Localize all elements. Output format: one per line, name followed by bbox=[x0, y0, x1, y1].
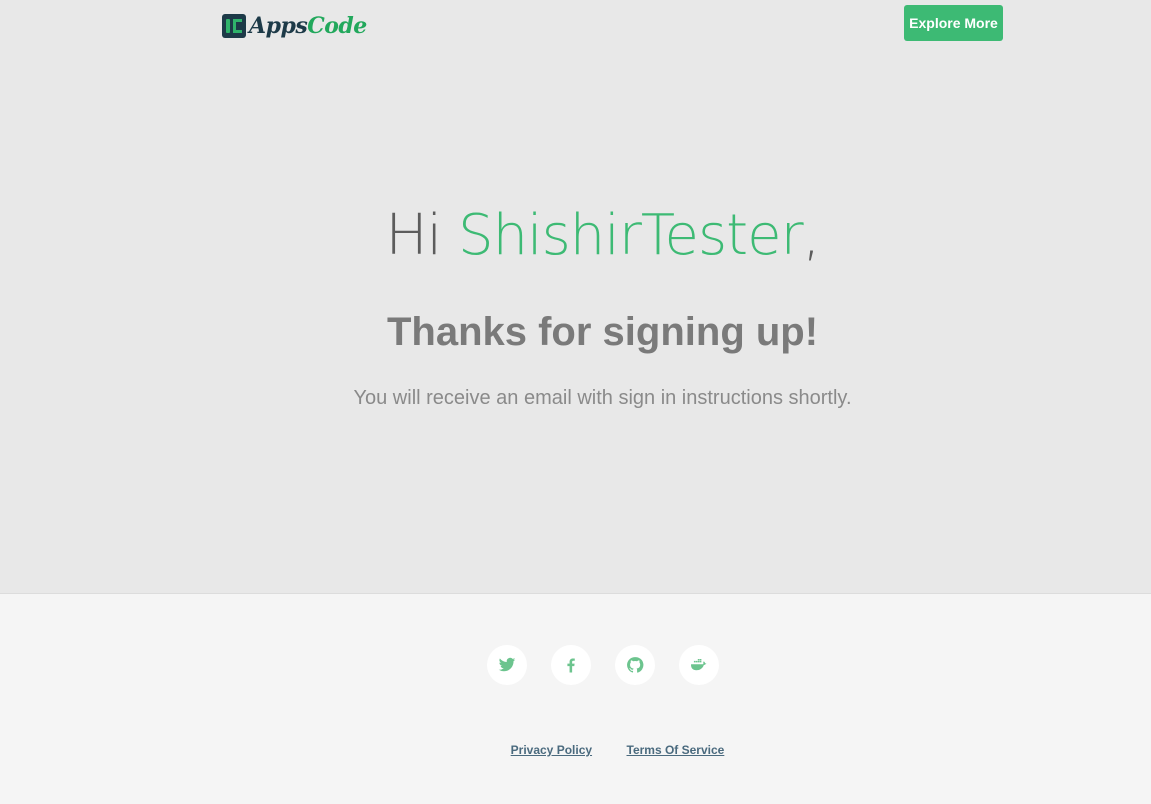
info-text: You will receive an email with sign in i… bbox=[353, 387, 852, 409]
username: ShishirTester bbox=[458, 203, 804, 268]
appscode-logo-icon bbox=[222, 14, 246, 38]
explore-more-button[interactable]: Explore More bbox=[904, 5, 1003, 41]
greeting-suffix: , bbox=[802, 203, 821, 268]
greeting-prefix: Hi bbox=[385, 203, 459, 268]
twitter-button[interactable] bbox=[487, 645, 527, 685]
social-links bbox=[487, 645, 743, 685]
github-icon bbox=[627, 657, 644, 673]
greeting-heading: Hi ShishirTester, bbox=[0, 203, 1151, 268]
twitter-icon bbox=[498, 657, 516, 672]
hero-section: AppsCode Explore More Hi ShishirTester, … bbox=[0, 0, 1151, 594]
footer: Privacy Policy Terms Of Service bbox=[0, 594, 1151, 804]
terms-of-service-link[interactable]: Terms Of Service bbox=[627, 743, 725, 757]
docker-button[interactable] bbox=[679, 645, 719, 685]
footer-links: Privacy Policy Terms Of Service bbox=[0, 741, 1151, 759]
privacy-policy-link[interactable]: Privacy Policy bbox=[511, 743, 592, 757]
facebook-button[interactable] bbox=[551, 645, 591, 685]
github-button[interactable] bbox=[615, 645, 655, 685]
docker-icon bbox=[691, 659, 707, 671]
logo-text: AppsCode bbox=[249, 13, 367, 39]
thanks-heading: Thanks for signing up! bbox=[386, 310, 819, 354]
facebook-icon bbox=[567, 658, 575, 673]
appscode-logo[interactable]: AppsCode bbox=[222, 12, 367, 40]
